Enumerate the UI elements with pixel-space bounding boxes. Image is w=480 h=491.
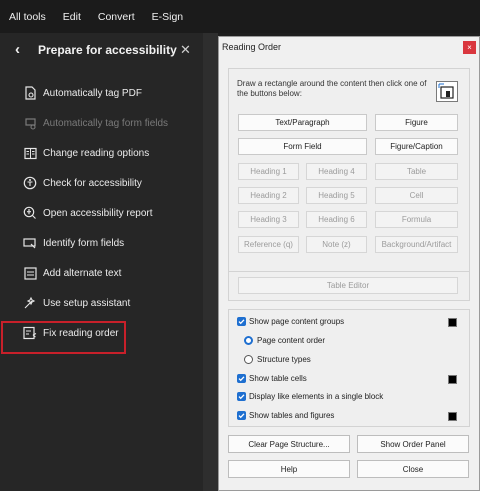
checkbox-checked-icon <box>237 317 246 326</box>
show-table-cells-checkbox[interactable]: Show table cells <box>237 374 307 383</box>
tag-formula-button[interactable]: Formula <box>375 211 458 228</box>
tool-label: Check for accessibility <box>43 177 142 189</box>
menu-convert[interactable]: Convert <box>98 11 135 23</box>
radio-selected-icon <box>244 336 253 345</box>
setup-assistant-icon <box>23 296 37 310</box>
color-swatch[interactable] <box>448 318 457 327</box>
color-swatch[interactable] <box>448 375 457 384</box>
accessibility-report-icon <box>23 206 37 220</box>
tag-text-paragraph-button[interactable]: Text/Paragraph <box>238 114 367 131</box>
table-editor-button[interactable]: Table Editor <box>238 277 458 294</box>
fix-reading-order-highlight <box>1 321 126 354</box>
tag-figure-caption-button[interactable]: Figure/Caption <box>375 138 458 155</box>
tool-identify-form-fields[interactable]: Identify form fields <box>23 233 124 253</box>
radio-label: Page content order <box>257 336 326 345</box>
accessibility-check-icon <box>23 176 37 190</box>
tool-check-for-accessibility[interactable]: Check for accessibility <box>23 173 142 193</box>
tool-label: Open accessibility report <box>43 207 153 219</box>
menu-esign[interactable]: E-Sign <box>152 11 184 23</box>
tag-document-icon <box>23 86 37 100</box>
radio-unselected-icon <box>244 355 253 364</box>
checkbox-label: Show page content groups <box>249 317 345 326</box>
color-swatch[interactable] <box>448 412 457 421</box>
tool-label: Use setup assistant <box>43 297 131 309</box>
display-options-group <box>228 309 470 427</box>
close-icon[interactable]: ✕ <box>180 42 191 58</box>
panel-title: Prepare for accessibility <box>38 43 177 57</box>
tag-heading-6-button[interactable]: Heading 6 <box>306 211 367 228</box>
tag-heading-4-button[interactable]: Heading 4 <box>306 163 367 180</box>
tools-panel: ‹ Prepare for accessibility ✕ Automatica… <box>0 33 203 491</box>
reading-order-dialog: Reading Order × Draw a rectangle around … <box>218 36 480 491</box>
structure-types-radio[interactable]: Structure types <box>244 355 311 364</box>
panel-header: ‹ Prepare for accessibility ✕ <box>0 39 203 63</box>
tag-cell-button[interactable]: Cell <box>375 187 458 204</box>
reading-options-icon <box>23 146 37 160</box>
tag-heading-5-button[interactable]: Heading 5 <box>306 187 367 204</box>
tool-use-setup-assistant[interactable]: Use setup assistant <box>23 293 130 313</box>
tag-heading-1-button[interactable]: Heading 1 <box>238 163 299 180</box>
tag-table-button[interactable]: Table <box>375 163 458 180</box>
tool-change-reading-options[interactable]: Change reading options <box>23 143 149 163</box>
menu-edit[interactable]: Edit <box>63 11 81 23</box>
tool-label: Automatically tag form fields <box>43 117 169 129</box>
alt-text-icon <box>23 266 37 280</box>
tag-form-field-button[interactable]: Form Field <box>238 138 367 155</box>
tool-label: Add alternate text <box>43 267 122 279</box>
checkbox-label: Display like elements in a single block <box>249 392 384 401</box>
dialog-close-icon[interactable]: × <box>463 41 476 54</box>
tool-label: Automatically tag PDF <box>43 87 142 99</box>
checkbox-label: Show table cells <box>249 374 307 383</box>
tool-label: Identify form fields <box>43 237 125 249</box>
show-tables-and-figures-checkbox[interactable]: Show tables and figures <box>237 411 334 420</box>
tool-open-accessibility-report[interactable]: Open accessibility report <box>23 203 153 223</box>
document-gutter <box>203 33 218 491</box>
tool-add-alternate-text[interactable]: Add alternate text <box>23 263 121 283</box>
show-page-content-groups-checkbox[interactable]: Show page content groups <box>237 317 344 326</box>
tag-background-artifact-button[interactable]: Background/Artifact <box>375 236 458 253</box>
tag-form-icon <box>23 116 37 130</box>
menu-bar: All tools Edit Convert E-Sign <box>0 0 480 33</box>
tool-automatically-tag-pdf[interactable]: Automatically tag PDF <box>23 83 142 103</box>
help-button[interactable]: Help <box>228 460 350 478</box>
tool-automatically-tag-form-fields: Automatically tag form fields <box>23 113 168 133</box>
checkbox-checked-icon <box>237 411 246 420</box>
draw-rectangle-icon[interactable] <box>436 81 458 102</box>
back-arrow-icon[interactable]: ‹ <box>15 41 20 58</box>
tag-buttons-group <box>228 68 470 294</box>
close-button[interactable]: Close <box>357 460 469 478</box>
dialog-title: Reading Order <box>222 42 282 52</box>
tool-label: Change reading options <box>43 147 150 159</box>
form-field-icon <box>23 236 37 250</box>
tag-figure-button[interactable]: Figure <box>375 114 458 131</box>
tag-heading-3-button[interactable]: Heading 3 <box>238 211 299 228</box>
instructions-text: Draw a rectangle around the content then… <box>237 79 427 98</box>
checkbox-checked-icon <box>237 374 246 383</box>
menu-all-tools[interactable]: All tools <box>9 11 46 23</box>
show-order-panel-button[interactable]: Show Order Panel <box>357 435 469 453</box>
checkbox-checked-icon <box>237 392 246 401</box>
clear-page-structure-button[interactable]: Clear Page Structure... <box>228 435 350 453</box>
tag-reference-button[interactable]: Reference (q) <box>238 236 299 253</box>
tag-heading-2-button[interactable]: Heading 2 <box>238 187 299 204</box>
checkbox-label: Show tables and figures <box>249 411 335 420</box>
page-content-order-radio[interactable]: Page content order <box>244 336 325 345</box>
radio-label: Structure types <box>257 355 311 364</box>
tag-note-button[interactable]: Note (z) <box>306 236 367 253</box>
display-like-elements-checkbox[interactable]: Display like elements in a single block <box>237 392 383 401</box>
